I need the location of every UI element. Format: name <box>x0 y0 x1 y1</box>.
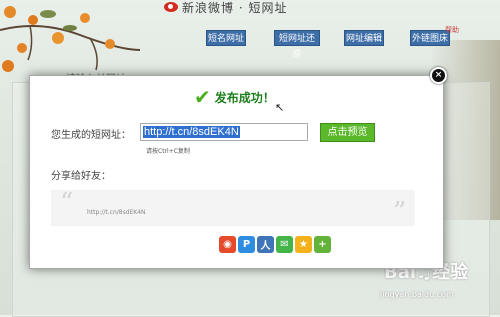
weibo-eye-icon <box>164 2 178 12</box>
success-text: 发布成功！ <box>214 90 275 105</box>
nav-url-edit[interactable]: 网址编辑 <box>344 30 384 46</box>
renren-icon[interactable]: 人 <box>257 236 274 253</box>
share-icons: ◉ P 人 ✉ ★ + <box>219 236 331 253</box>
short-url-value: http://t.cn/8sdEK4N <box>143 126 240 138</box>
share-url-text: http://t.cn/8sdEK4N <box>87 209 146 216</box>
help-link[interactable]: 帮助 <box>445 25 459 35</box>
short-url-label: 您生成的短网址： <box>51 130 131 141</box>
logo-text: 新浪微博 · 短网址 <box>182 0 288 15</box>
qzone-icon[interactable]: ★ <box>295 236 312 253</box>
close-quote-icon: ” <box>393 197 407 227</box>
nav-image-host[interactable]: 外链图床 <box>410 30 450 46</box>
share-label: 分享给好友： <box>51 171 111 182</box>
preview-button[interactable]: 点击预览 <box>320 123 375 142</box>
copy-hint: 请按Ctrl+C复制 <box>146 148 190 155</box>
more-share-icon[interactable]: + <box>314 236 331 253</box>
tencent-icon[interactable]: P <box>238 236 255 253</box>
open-quote-icon: “ <box>60 188 74 218</box>
top-navigation: 短名网址 短网址还原 网址编辑 外链图床 <box>0 30 500 60</box>
watermark-url: jingyan.baidu.com <box>380 290 454 299</box>
close-icon[interactable]: × <box>430 67 447 84</box>
wechat-icon[interactable]: ✉ <box>276 236 293 253</box>
nav-short-url[interactable]: 短名网址 <box>206 30 246 46</box>
share-text-box[interactable] <box>51 190 415 226</box>
mouse-cursor-icon: ↖ <box>275 101 285 114</box>
weibo-logo[interactable]: 新浪微博 · 短网址 <box>164 0 288 15</box>
nav-url-restore[interactable]: 短网址还原 <box>274 30 320 60</box>
sina-weibo-icon[interactable]: ◉ <box>219 236 236 253</box>
checkmark-icon: ✔ <box>194 85 211 109</box>
success-message: ✔ 发布成功！ <box>194 87 275 107</box>
short-url-field[interactable]: http://t.cn/8sdEK4N <box>140 123 308 141</box>
